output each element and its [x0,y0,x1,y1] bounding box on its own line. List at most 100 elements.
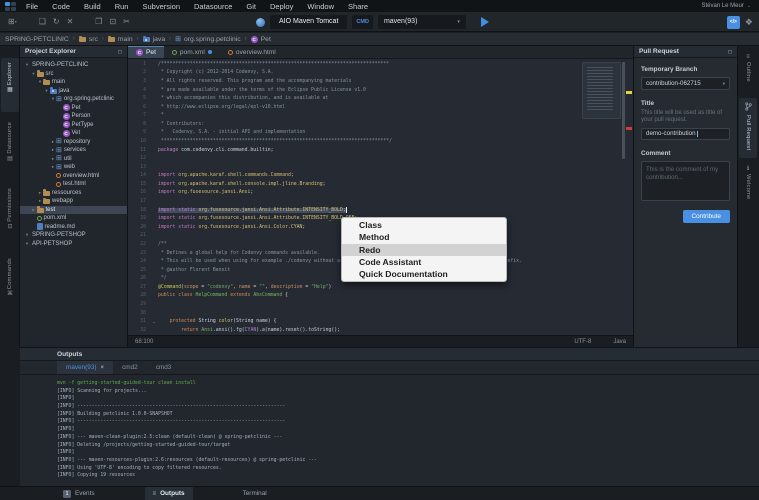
copy-button[interactable]: ❐ [95,18,102,26]
tree-item[interactable]: ▾main [20,78,127,87]
tree-item[interactable]: pom.xml [20,214,127,223]
code-line[interactable]: 12 [128,154,633,163]
menu-item-datasource[interactable]: Datasource [194,2,232,11]
tree-chevron-icon[interactable]: ▸ [31,207,37,213]
tree-chevron-icon[interactable]: ▾ [24,241,30,247]
runner-selector[interactable]: AIO Maven Tomcat [270,15,347,29]
code-line[interactable]: 27@Command(scope = "codenvy", name = "",… [128,283,633,292]
contribute-button[interactable]: Contribute [683,210,731,223]
dock-tab-explorer[interactable]: Explorer▦ [1,58,19,112]
dock-tab-commands[interactable]: Commands⌘ [1,254,19,312]
code-line[interactable]: 29 [128,300,633,309]
tree-item[interactable]: CVet [20,129,127,138]
dock-tab-welcome[interactable]: ℹWelcome [739,162,757,210]
breadcrumb-item[interactable]: src [79,36,98,43]
outputs-tab-cmd2[interactable]: cmd2 [113,361,147,374]
menu-item-git[interactable]: Git [246,2,256,11]
import-folder-button[interactable]: ❏ [39,18,46,26]
dock-tab-outline[interactable]: ≡Outline [739,50,757,94]
cut-button[interactable]: ✂ [123,18,130,26]
code-line[interactable]: 1/**************************************… [128,60,633,69]
minimize-icon[interactable]: ◻ [118,49,122,55]
tree-chevron-icon[interactable]: ▾ [24,62,30,68]
context-menu-item-class[interactable]: Class [342,219,506,231]
menu-item-run[interactable]: Run [115,2,129,11]
tree-chevron-icon[interactable]: ▾ [44,88,50,94]
breadcrumb-item[interactable]: SPRING-PETCLINIC [5,36,69,43]
code-line[interactable]: 2 * Copyright (c) 2012-2014 Codenvy, S.A… [128,69,633,78]
tree-item[interactable]: ▾java [20,87,127,96]
app-logo-icon[interactable] [5,2,16,11]
code-line[interactable]: 18import static org.fusesource.jansi.Ans… [128,206,633,215]
code-area[interactable]: 1/**************************************… [128,59,633,335]
collaboration-icon[interactable]: ❖ [745,17,753,28]
code-line[interactable]: 17 [128,197,633,206]
code-line[interactable]: 8 * Contributors: [128,120,633,129]
tree-item[interactable]: CPetType [20,121,127,130]
editor-scrollbar[interactable] [622,62,625,159]
tree-item[interactable]: CPerson [20,112,127,121]
code-line[interactable]: 13 [128,163,633,172]
editor-tab-pom-xml[interactable]: pom.xml [164,46,220,58]
code-line[interactable]: 11package com.codenvy.cli.command.builti… [128,146,633,155]
bottom-tab-events[interactable]: 1Events [55,487,103,500]
dock-tab-permissions[interactable]: Permissions⊡ [1,184,19,248]
context-menu-item-redo[interactable]: Redo [342,244,506,256]
tree-item[interactable]: ▾SPRING-PETCLINIC [20,61,127,70]
error-marker[interactable] [626,127,632,130]
tree-item[interactable]: ▾⊞org.spring.petclinic [20,95,127,104]
pr-comment-textarea[interactable]: This is the comment of my contribution..… [641,161,730,201]
tree-item[interactable]: ▾SPRING-PETSHOP [20,231,127,240]
code-line[interactable]: 30 [128,309,633,318]
menu-item-subversion[interactable]: Subversion [142,2,180,11]
menu-item-code[interactable]: Code [52,2,70,11]
tree-chevron-icon[interactable]: ▾ [24,232,30,238]
refresh-button[interactable]: ↻ [53,18,60,26]
code-preview-button[interactable]: </> [727,16,740,29]
close-icon[interactable]: × [101,365,105,371]
menu-item-window[interactable]: Window [307,2,334,11]
branch-select[interactable]: contribution-062715 ▾ [641,77,730,90]
tree-item[interactable]: ▾src [20,70,127,79]
tree-item[interactable]: ▸ressources [20,189,127,198]
tree-item[interactable]: ▸⊞util [20,155,127,164]
code-line[interactable]: 6 * http://www.eclipse.org/legal/epl-v10… [128,103,633,112]
dock-tab-pull-request[interactable]: Pull Request [739,98,757,158]
code-line[interactable]: 28public class HelpCommand extends AbsCo… [128,292,633,301]
editor-tab-overview-html[interactable]: overview.html [220,46,284,58]
outputs-tab-cmd3[interactable]: cmd3 [147,361,181,374]
tree-chevron-icon[interactable]: ▾ [31,71,37,77]
code-line[interactable]: 14import org.apache.karaf.shell.commands… [128,172,633,181]
menu-item-share[interactable]: Share [348,2,368,11]
warning-marker[interactable] [626,91,632,94]
fold-icon[interactable]: ⌄ [150,319,158,324]
tree-item[interactable]: ▸webapp [20,197,127,206]
outputs-tab-maven93[interactable]: maven(93)× [57,361,113,374]
pr-title-input[interactable]: demo-contribution [641,128,730,140]
code-line[interactable]: 31⌄ protected String color(String name) … [128,317,633,326]
tree-item[interactable]: ▸⊞repository [20,138,127,147]
new-item-button[interactable]: ⊞▾ [8,18,17,26]
code-line[interactable]: 32 return Ansi.ansi().fg(CYAN).a(name).r… [128,326,633,335]
run-button[interactable] [481,17,489,27]
tree-item[interactable]: ▸⊞services [20,146,127,155]
user-menu[interactable]: Stévan Le Meur ⌄ [701,3,751,9]
code-line[interactable]: 5 * which accompanies this distribution,… [128,94,633,103]
code-line[interactable]: 7 * [128,111,633,120]
tree-item[interactable]: ▸⊞web [20,163,127,172]
bottom-tab-outputs[interactable]: ≡Outputs [145,487,193,500]
delete-button[interactable]: ✕ [67,18,74,26]
menu-item-build[interactable]: Build [84,2,101,11]
tree-item[interactable]: readme.md [20,223,127,232]
code-line[interactable]: 9 * Codenvy, S.A. - initial API and impl… [128,129,633,138]
dock-tab-datasource[interactable]: Datasource▤ [1,118,19,178]
editor-tab-Pet[interactable]: CPet [128,46,164,58]
tree-item[interactable]: overview.html [20,172,127,181]
context-menu-item-code-assistant[interactable]: Code Assistant [342,256,506,268]
code-line[interactable]: 3 * All rights reserved. This program an… [128,77,633,86]
menu-item-file[interactable]: File [26,2,38,11]
code-line[interactable]: 16import org.fusesource.jansi.Ansi; [128,189,633,198]
tree-item[interactable]: CPet [20,104,127,113]
paste-button[interactable]: ⊡ [109,18,116,26]
minimize-icon[interactable]: ◻ [728,49,732,55]
